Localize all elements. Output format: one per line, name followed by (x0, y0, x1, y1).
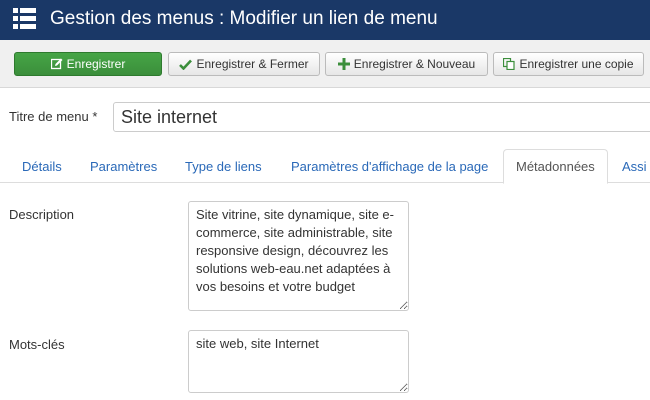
save-close-button-label: Enregistrer & Fermer (196, 57, 309, 71)
tab-details[interactable]: Détails (22, 149, 62, 183)
keywords-label: Mots-clés (9, 337, 65, 352)
description-textarea[interactable]: Site vitrine, site dynamique, site e-com… (188, 201, 409, 311)
tab-metadonnees[interactable]: Métadonnées (503, 149, 608, 184)
save-button[interactable]: Enregistrer (14, 52, 162, 76)
save-copy-button-label: Enregistrer une copie (519, 57, 634, 71)
app-header: Gestion des menus : Modifier un lien de … (0, 0, 650, 40)
tab-bar: Détails Paramètres Type de liens Paramèt… (0, 146, 650, 184)
tab-parametres[interactable]: Paramètres (90, 149, 157, 183)
list-menu-icon (13, 8, 36, 29)
save-new-button-label: Enregistrer & Nouveau (353, 57, 476, 71)
check-icon (179, 59, 193, 70)
keywords-textarea[interactable]: site web, site Internet (188, 330, 409, 393)
save-button-label: Enregistrer (66, 57, 126, 71)
menu-title-input[interactable] (113, 102, 650, 132)
toolbar: Enregistrer Enregistrer & Fermer Enregis… (0, 40, 650, 88)
save-copy-button[interactable]: Enregistrer une copie (493, 52, 644, 76)
title-row: Titre de menu * (0, 88, 650, 146)
save-new-button[interactable]: Enregistrer & Nouveau (325, 52, 488, 76)
edit-icon (50, 58, 63, 70)
title-label: Titre de menu * (9, 109, 98, 124)
tab-assignation[interactable]: Assi (622, 149, 647, 183)
description-label: Description (9, 207, 75, 222)
save-close-button[interactable]: Enregistrer & Fermer (168, 52, 320, 76)
plus-icon (337, 58, 350, 70)
tab-type-de-liens[interactable]: Type de liens (185, 149, 262, 183)
copy-icon (503, 58, 516, 70)
page-title: Gestion des menus : Modifier un lien de … (50, 8, 438, 29)
tab-parametres-affichage[interactable]: Paramètres d'affichage de la page (291, 149, 488, 183)
